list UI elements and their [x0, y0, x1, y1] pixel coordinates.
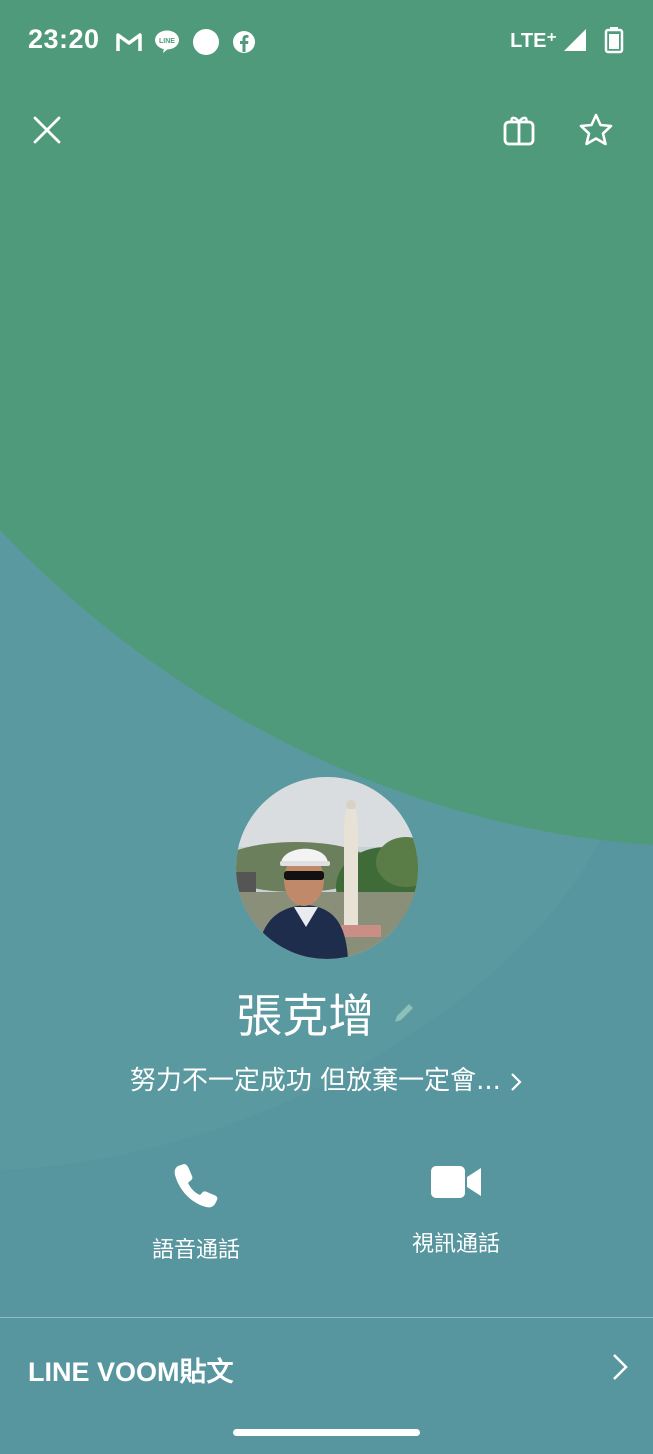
system-icons: LTE⁺ [510, 26, 625, 54]
profile-avatar[interactable] [236, 777, 418, 959]
video-call-button[interactable]: 視訊通話 [356, 1160, 556, 1258]
star-icon [579, 113, 613, 146]
profile-name-row: 張克增 [0, 980, 653, 1046]
status-time: 23:20 [28, 24, 100, 54]
signal-icon [564, 29, 586, 51]
circle-icon [193, 29, 219, 55]
profile-photo [236, 777, 418, 959]
keep-icon [503, 116, 535, 146]
close-button[interactable] [25, 108, 69, 152]
status-bar: 23:20 LINE LTE⁺ [0, 0, 653, 84]
voice-call-label: 語音通話 [151, 1238, 240, 1263]
line-voom-label: LINE VOOM貼文 [28, 1357, 234, 1387]
status-message-text: 努力不一定成功 但放棄一定會... [129, 1066, 501, 1096]
phone-icon [174, 1164, 218, 1208]
gmail-icon [116, 33, 142, 51]
video-call-label: 視訊通話 [411, 1232, 500, 1257]
home-indicator[interactable] [233, 1429, 420, 1436]
close-icon [33, 116, 61, 144]
chevron-right-icon [511, 1072, 522, 1091]
notification-icons: LINE [116, 28, 256, 56]
network-type: LTE⁺ [510, 29, 557, 52]
line-voom-posts-row[interactable]: LINE VOOM貼文 [0, 1318, 653, 1414]
edit-pencil-icon[interactable] [391, 1000, 417, 1026]
status-message[interactable]: 努力不一定成功 但放棄一定會... [0, 1060, 653, 1097]
voice-call-button[interactable]: 語音通話 [96, 1160, 296, 1264]
battery-icon [604, 27, 624, 54]
keep-button[interactable] [497, 108, 541, 152]
svg-text:LINE: LINE [159, 38, 175, 45]
video-camera-icon [431, 1166, 481, 1198]
profile-name: 張克增 [236, 989, 375, 1043]
favorite-button[interactable] [574, 108, 618, 152]
chevron-right-icon [613, 1354, 628, 1380]
facebook-icon [233, 31, 255, 53]
line-icon: LINE [155, 30, 179, 53]
